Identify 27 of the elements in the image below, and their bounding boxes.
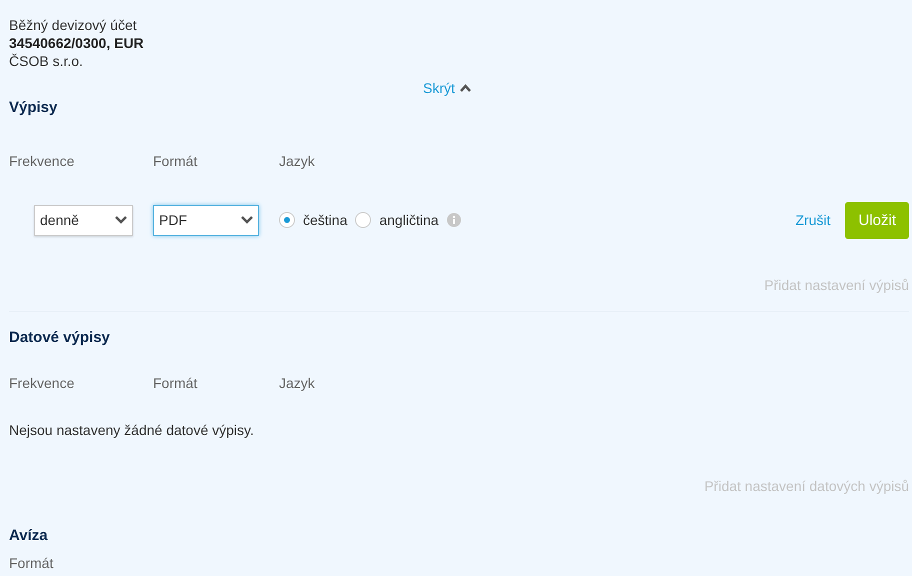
column-header: Frekvence [9,153,74,169]
bank-name: ČSOB s.r.o. [9,52,84,70]
chevron-icon [460,84,471,92]
add-statement-link[interactable]: Přidat nastavení výpisů [764,277,909,293]
column-header: Jazyk [279,153,315,169]
caret-icon [241,216,253,224]
section-title: Avíza [9,526,49,546]
account-number: 34540662/0300, EUR [9,34,145,52]
language-radio[interactable]: angličtina [355,212,439,228]
column-header: Formát [9,555,54,571]
info-icon [446,213,461,227]
section-title: Výpisy [9,98,58,118]
language-radio[interactable]: čeština [279,212,348,228]
column-header: Jazyk [279,375,315,391]
hide-link[interactable]: Skrýt [423,80,471,96]
caret-icon [115,216,127,224]
account-name: Běžný devizový účet [9,16,138,34]
frequency-dropdown[interactable]: denně [34,204,133,236]
empty-message: Nejsou nastaveny žádné datové výpisy. [9,422,255,438]
column-header: Formát [153,153,198,169]
column-header: Frekvence [9,375,74,391]
add-data-statement-link[interactable]: Přidat nastavení datových výpisů [704,478,909,494]
cancel-link[interactable]: Zrušit [795,212,830,228]
format-dropdown[interactable]: PDF [153,204,259,236]
save-button[interactable]: Uložit [845,202,909,238]
column-header: Formát [153,375,198,391]
section-title: Datové výpisy [9,328,111,348]
